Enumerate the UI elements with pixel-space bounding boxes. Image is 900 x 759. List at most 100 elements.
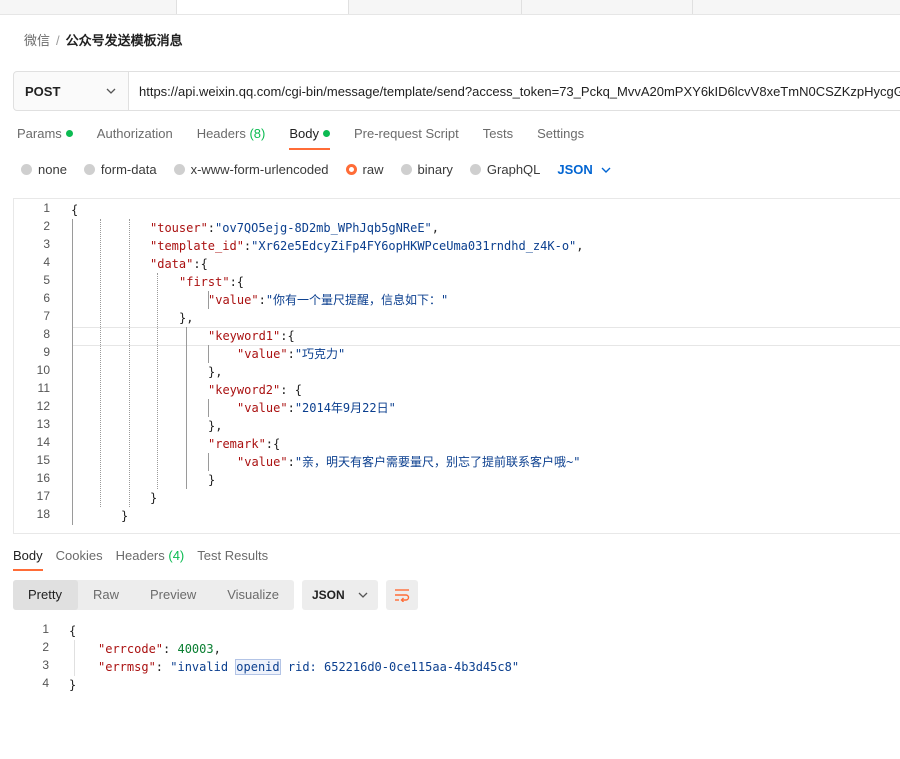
line-number: 12 (36, 399, 50, 413)
line-number: 4 (42, 676, 49, 690)
tab-tests-label: Tests (482, 126, 514, 141)
json-key: "value" (237, 401, 288, 415)
json-value: rid: 652216d0-0ce115aa-4b3d45c8" (280, 660, 520, 674)
request-body-editor[interactable]: 1 2 3 4 5 6 7 8 9 10 11 12 13 14 15 16 1… (13, 198, 900, 534)
body-type-options: none form-data x-www-form-urlencoded raw… (21, 162, 611, 177)
radio-selected-icon (345, 164, 357, 175)
code-line: "value":"2014年9月22日" (237, 401, 396, 415)
indent-guide (208, 453, 209, 471)
chevron-down-icon (601, 167, 611, 173)
request-tab[interactable] (349, 0, 522, 14)
breadcrumb: 微信 / 公众号发送模板消息 (24, 30, 183, 49)
tab-body-label: Body (289, 126, 319, 141)
code-line: "data":{ (150, 257, 208, 271)
wrap-lines-button[interactable] (386, 580, 418, 610)
json-key: "errcode" (98, 642, 164, 656)
workspace-tab[interactable] (0, 0, 177, 14)
radio-graphql[interactable]: GraphQL (469, 162, 540, 177)
code-line: }, (208, 365, 223, 379)
url-input[interactable] (129, 72, 900, 110)
chevron-down-icon (106, 88, 116, 94)
response-tab-headers[interactable]: Headers (4) (116, 548, 185, 571)
raw-format-select[interactable]: JSON (557, 162, 611, 177)
radio-binary[interactable]: binary (400, 162, 453, 177)
breadcrumb-parent[interactable]: 微信 (24, 33, 50, 48)
line-number: 1 (42, 622, 49, 636)
response-headers-count: (4) (168, 548, 185, 563)
json-value: "Xr62e5EdcyZiFp4FY6opHKWPceUma031rndhd_z… (251, 239, 577, 253)
radio-raw[interactable]: raw (345, 162, 384, 177)
view-mode-visualize[interactable]: Visualize (212, 580, 295, 610)
request-tab[interactable] (522, 0, 693, 14)
code-line: "keyword2": { (208, 383, 302, 397)
code-line: } (150, 491, 158, 505)
tab-settings-label: Settings (537, 126, 585, 141)
code-line: } (121, 509, 129, 523)
radio-urlencoded[interactable]: x-www-form-urlencoded (173, 162, 329, 177)
line-number: 17 (36, 489, 50, 503)
code-line: "remark":{ (208, 437, 281, 451)
tab-settings[interactable]: Settings (537, 126, 584, 150)
line-number: 10 (36, 363, 50, 377)
radio-form-data[interactable]: form-data (83, 162, 157, 177)
response-tab-cookies[interactable]: Cookies (56, 548, 103, 571)
line-number: 9 (43, 345, 50, 359)
tab-authorization[interactable]: Authorization (97, 126, 173, 150)
json-value: "你有一个量尺提醒，信息如下：" (265, 293, 449, 307)
response-tab-test-results[interactable]: Test Results (197, 548, 268, 571)
line-number: 16 (36, 471, 50, 485)
radio-circle-icon (469, 164, 481, 175)
json-value: "亲，明天有客户需要量尺，别忘了提前联系客户哦~" (294, 455, 581, 469)
indent-guide (129, 219, 130, 507)
indent-guide (208, 345, 209, 363)
line-number: 14 (36, 435, 50, 449)
code-line: "template_id":"Xr62e5EdcyZiFp4FY6opHKWPc… (150, 239, 584, 253)
active-line-highlight (72, 327, 900, 346)
radio-none[interactable]: none (21, 162, 67, 177)
view-mode-raw[interactable]: Raw (78, 580, 135, 610)
response-tabs: Body Cookies Headers (4) Test Results (13, 548, 281, 571)
request-title[interactable]: 公众号发送模板消息 (66, 33, 183, 48)
line-number: 7 (43, 309, 50, 323)
breadcrumb-separator: / (56, 33, 60, 48)
radio-raw-label: raw (362, 162, 384, 177)
tab-prerequest-script[interactable]: Pre-request Script (354, 126, 459, 150)
radio-form-data-label: form-data (100, 162, 157, 177)
json-value: "2014年9月22日" (294, 401, 396, 415)
indent-guide (74, 640, 75, 676)
headers-count: (8) (249, 126, 266, 141)
response-format-label: JSON (312, 588, 345, 602)
indent-guide (72, 219, 73, 525)
line-number: 11 (37, 381, 50, 395)
code-line: "value":"亲，明天有客户需要量尺，别忘了提前联系客户哦~" (237, 455, 581, 469)
view-mode-preview[interactable]: Preview (135, 580, 212, 610)
response-tab-body[interactable]: Body (13, 548, 43, 571)
tab-params-label: Params (17, 126, 62, 141)
json-key: "errmsg" (98, 660, 156, 674)
line-number: 2 (42, 640, 49, 654)
response-tab-cookies-label: Cookies (55, 548, 103, 563)
response-format-select[interactable]: JSON (302, 580, 378, 610)
active-dot-icon (322, 130, 330, 138)
json-key: "value" (237, 347, 288, 361)
indent-guide (186, 327, 187, 489)
view-mode-pretty[interactable]: Pretty (13, 580, 78, 610)
tab-headers-label: Headers (196, 126, 246, 141)
tab-body[interactable]: Body (289, 126, 330, 150)
line-number: 2 (43, 219, 50, 233)
json-key: "keyword2" (208, 383, 281, 397)
json-key: "value" (237, 455, 288, 469)
tab-params[interactable]: Params (17, 126, 73, 150)
indent-guide (100, 219, 101, 507)
tab-headers[interactable]: Headers (8) (197, 126, 266, 150)
json-key: "keyword1" (208, 329, 281, 343)
tab-tests[interactable]: Tests (483, 126, 513, 150)
url-bar: POST (13, 71, 900, 111)
method-select[interactable]: POST (14, 72, 129, 110)
line-number: 8 (43, 327, 50, 341)
indent-guide (157, 273, 158, 489)
top-tab-strip (0, 0, 900, 15)
response-body[interactable]: 1 2 3 4 { "errcode": 40003, "errmsg": "i… (13, 622, 900, 702)
request-tab-active[interactable] (177, 0, 349, 14)
radio-none-label: none (38, 162, 67, 177)
